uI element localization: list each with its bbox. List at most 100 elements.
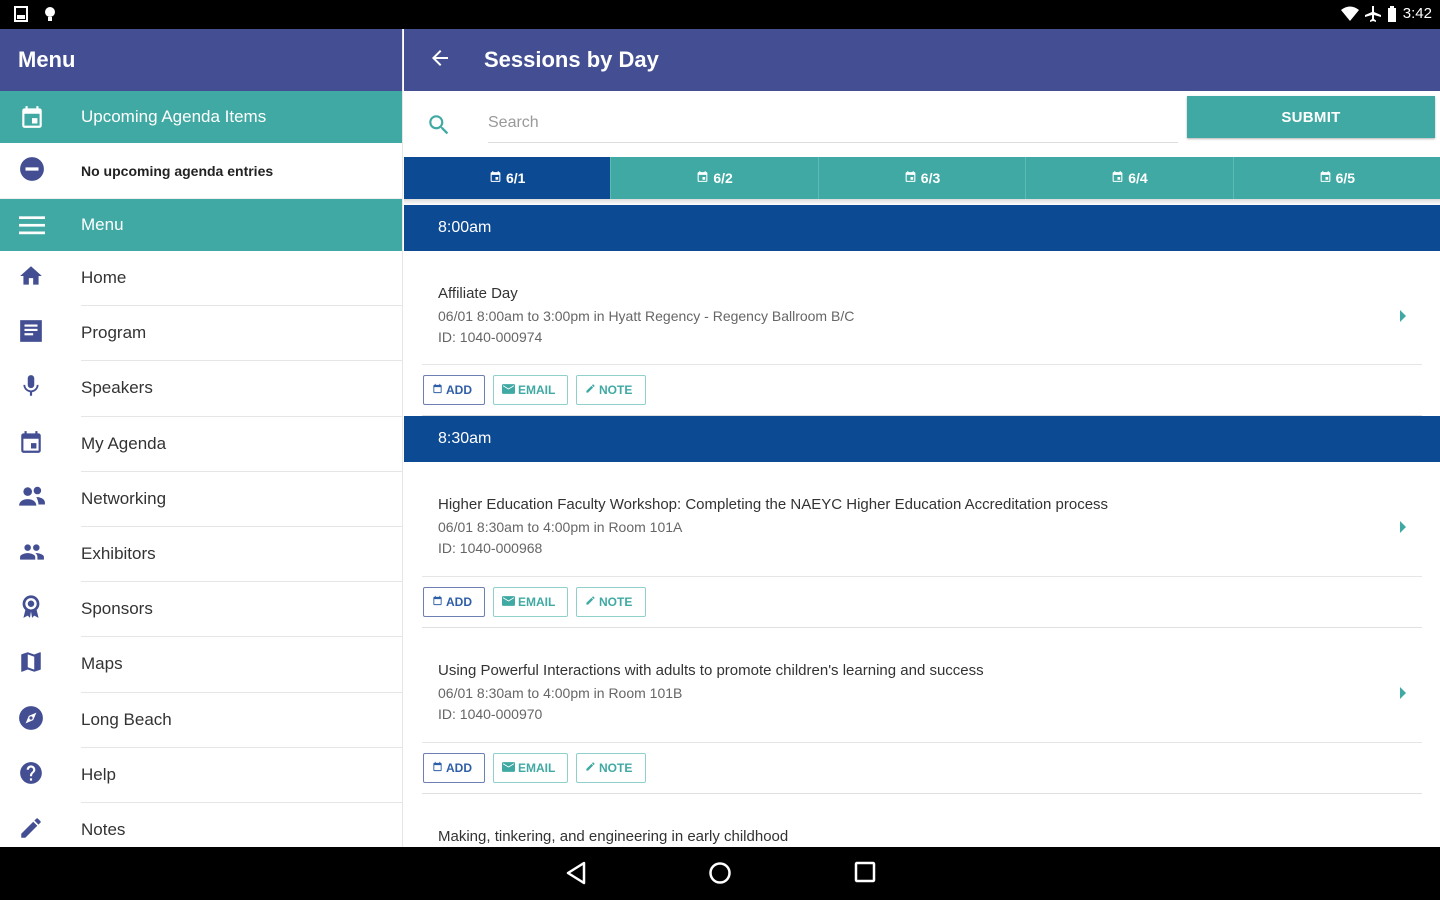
tab-day-3[interactable]: 6/3 bbox=[818, 157, 1027, 199]
email-button[interactable]: EMAIL bbox=[493, 375, 568, 405]
session-id: ID: 1040-000968 bbox=[438, 540, 543, 556]
menu-item-label: Home bbox=[81, 251, 402, 307]
menu-item-label: Program bbox=[81, 306, 402, 362]
search-input[interactable] bbox=[488, 103, 1178, 143]
session-info[interactable]: Affiliate Day 06/01 8:00am to 3:00pm in … bbox=[422, 251, 1422, 365]
session-item: Higher Education Faculty Workshop: Compl… bbox=[422, 462, 1422, 628]
add-button[interactable]: ADD bbox=[423, 753, 485, 783]
app-bar: Sessions by Day bbox=[404, 29, 1440, 91]
menu-item-long-beach[interactable]: Long Beach bbox=[0, 693, 402, 748]
upcoming-agenda-label: Upcoming Agenda Items bbox=[81, 107, 267, 126]
email-label: EMAIL bbox=[518, 383, 556, 397]
pencil-icon bbox=[0, 815, 81, 846]
menu-item-help[interactable]: Help bbox=[0, 748, 402, 803]
search-bar: SUBMIT bbox=[404, 91, 1440, 157]
chevron-right-icon bbox=[1398, 520, 1408, 539]
session-title: Affiliate Day bbox=[438, 285, 518, 302]
menu-item-exhibitors[interactable]: Exhibitors bbox=[0, 527, 402, 583]
email-button[interactable]: EMAIL bbox=[493, 587, 568, 617]
tab-label: 6/4 bbox=[1128, 170, 1148, 186]
tab-day-5[interactable]: 6/5 bbox=[1233, 157, 1440, 199]
home-circle-icon[interactable] bbox=[708, 861, 732, 890]
note-button[interactable]: NOTE bbox=[576, 753, 646, 783]
menu-item-label: Help bbox=[81, 748, 402, 803]
home-icon bbox=[0, 263, 81, 294]
menu-item-label: Networking bbox=[81, 472, 402, 527]
menu-item-program[interactable]: Program bbox=[0, 306, 402, 362]
upcoming-agenda-header[interactable]: Upcoming Agenda Items bbox=[0, 91, 402, 143]
menu-item-my-agenda[interactable]: My Agenda bbox=[0, 417, 402, 472]
note-button[interactable]: NOTE bbox=[576, 587, 646, 617]
tab-day-2[interactable]: 6/2 bbox=[611, 157, 819, 199]
tablet-icon bbox=[14, 6, 28, 22]
menu-section-header[interactable]: Menu bbox=[0, 199, 402, 251]
menu-item-maps[interactable]: Maps bbox=[0, 637, 402, 693]
menu-item-label: My Agenda bbox=[81, 417, 402, 472]
back-triangle-icon[interactable] bbox=[565, 861, 587, 890]
calendar-add-icon bbox=[432, 383, 443, 397]
agenda-empty-row: No upcoming agenda entries bbox=[0, 143, 402, 199]
email-icon bbox=[502, 383, 515, 397]
calendar-small-icon bbox=[1319, 170, 1332, 186]
award-icon bbox=[0, 594, 81, 625]
recents-square-icon[interactable] bbox=[854, 861, 876, 888]
tab-label: 6/1 bbox=[505, 170, 526, 186]
add-button[interactable]: ADD bbox=[423, 587, 485, 617]
session-info[interactable]: Making, tinkering, and engineering in ea… bbox=[422, 794, 1422, 847]
chevron-right-icon bbox=[1398, 309, 1408, 328]
session-id: ID: 1040-000970 bbox=[438, 706, 543, 722]
menu-item-networking[interactable]: Networking bbox=[0, 472, 402, 527]
email-button[interactable]: EMAIL bbox=[493, 753, 568, 783]
session-when: 06/01 8:30am to 4:00pm in Room 101A bbox=[438, 519, 683, 535]
submit-button[interactable]: SUBMIT bbox=[1187, 96, 1435, 138]
session-actions: ADD EMAIL NOTE bbox=[422, 365, 1422, 415]
back-arrow-icon[interactable] bbox=[404, 46, 484, 75]
menu-item-speakers[interactable]: Speakers bbox=[0, 361, 402, 417]
email-icon bbox=[502, 761, 515, 775]
time-group-header: 8:00am bbox=[404, 205, 1440, 251]
tab-day-1[interactable]: 6/1 bbox=[404, 157, 612, 199]
tab-day-4[interactable]: 6/4 bbox=[1026, 157, 1234, 199]
menu-item-notes[interactable]: Notes bbox=[0, 803, 402, 847]
networking-icon bbox=[0, 484, 81, 515]
agenda-empty-text: No upcoming agenda entries bbox=[81, 162, 274, 179]
minus-circle-icon bbox=[0, 156, 81, 185]
add-label: ADD bbox=[446, 595, 472, 609]
time-group-header: 8:30am bbox=[404, 416, 1440, 462]
system-nav-bar bbox=[0, 847, 1440, 900]
session-when: 06/01 8:00am to 3:00pm in Hyatt Regency … bbox=[438, 308, 855, 324]
note-button[interactable]: NOTE bbox=[576, 375, 646, 405]
session-info[interactable]: Using Powerful Interactions with adults … bbox=[422, 628, 1422, 743]
session-when: 06/01 8:30am to 4:00pm in Room 101B bbox=[438, 685, 683, 701]
menu-item-label: Exhibitors bbox=[81, 527, 402, 583]
drawer-title: Menu bbox=[0, 29, 402, 91]
search-icon bbox=[426, 112, 452, 143]
program-icon bbox=[0, 318, 81, 349]
day-tabs: 6/1 6/2 6/3 6/4 6/5 bbox=[404, 157, 1440, 199]
session-id: ID: 1040-000974 bbox=[438, 329, 543, 345]
microphone-icon bbox=[0, 373, 81, 404]
people-icon bbox=[0, 539, 81, 570]
add-label: ADD bbox=[446, 761, 472, 775]
tab-label: 6/5 bbox=[1335, 170, 1356, 186]
note-label: NOTE bbox=[599, 595, 633, 609]
session-item: Using Powerful Interactions with adults … bbox=[422, 628, 1422, 794]
calendar-small-icon bbox=[489, 170, 502, 186]
calendar-today-icon bbox=[0, 104, 81, 130]
pencil-icon bbox=[585, 383, 596, 397]
pencil-icon bbox=[585, 595, 596, 609]
note-label: NOTE bbox=[599, 383, 633, 397]
menu-item-sponsors[interactable]: Sponsors bbox=[0, 582, 402, 638]
compass-icon bbox=[0, 705, 81, 736]
status-bar: 3:42 bbox=[0, 0, 1440, 29]
menu-item-label: Sponsors bbox=[81, 582, 402, 638]
session-actions: ADD EMAIL NOTE bbox=[422, 743, 1422, 793]
menu-item-label: Long Beach bbox=[81, 693, 402, 748]
add-button[interactable]: ADD bbox=[423, 375, 485, 405]
email-icon bbox=[502, 595, 515, 609]
session-info[interactable]: Higher Education Faculty Workshop: Compl… bbox=[422, 462, 1422, 577]
session-title: Higher Education Faculty Workshop: Compl… bbox=[438, 496, 1109, 513]
note-label: NOTE bbox=[599, 761, 633, 775]
add-label: ADD bbox=[446, 383, 472, 397]
menu-item-home[interactable]: Home bbox=[0, 251, 402, 307]
